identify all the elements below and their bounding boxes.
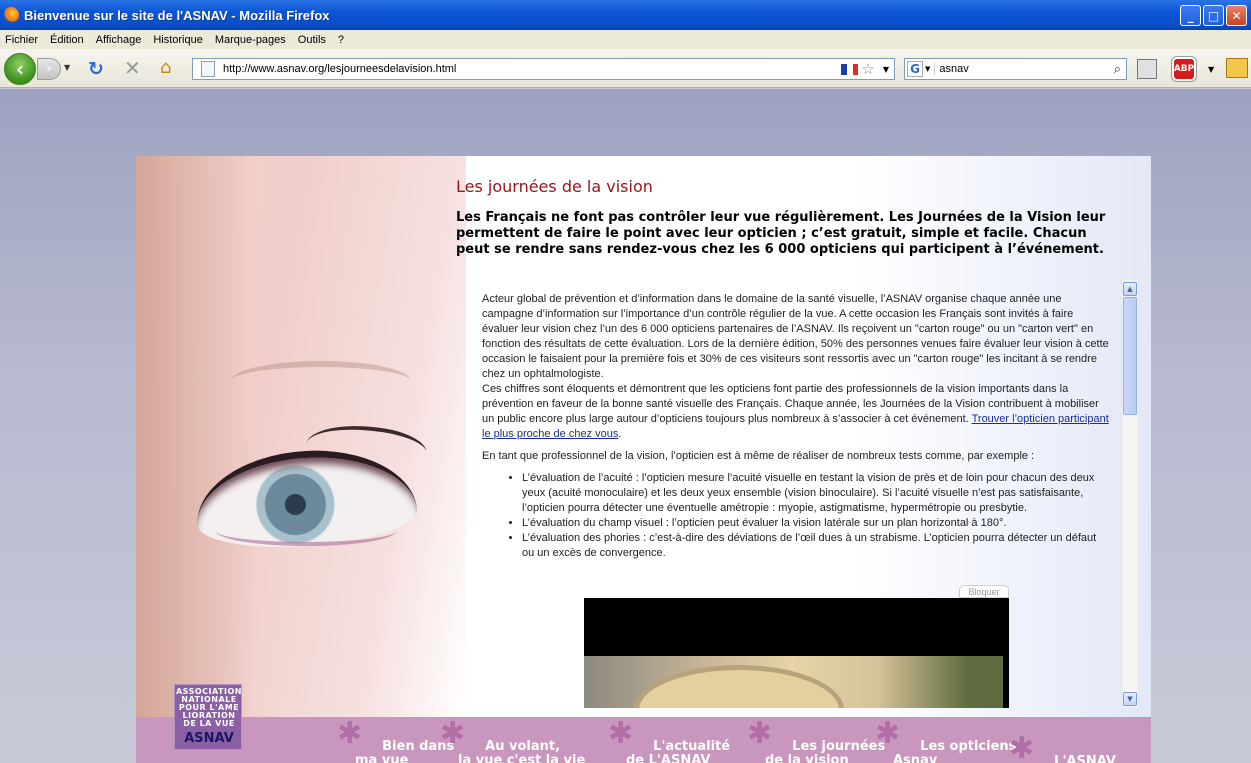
history-dropdown-icon[interactable]: ▼ — [64, 63, 70, 72]
content-scrollbar[interactable]: ▲ ▼ — [1122, 280, 1138, 708]
adblock-plus-button[interactable]: ABP — [1172, 57, 1196, 81]
article-body: Acteur global de prévention et d’informa… — [482, 292, 1110, 561]
window-title: Bienvenue sur le site de l'ASNAV - Mozil… — [24, 7, 330, 23]
nav-opticiens-asnav[interactable]: ✱ Les opticiens Asnav — [875, 719, 1016, 763]
menu-help[interactable]: ? — [333, 34, 349, 46]
france-flag-icon — [841, 63, 859, 75]
scroll-down-icon[interactable]: ▼ — [1123, 692, 1137, 706]
firefox-icon — [3, 7, 19, 23]
minimize-button[interactable]: _ — [1180, 5, 1201, 26]
menu-affichage[interactable]: Affichage — [91, 34, 147, 46]
logo-name: ASNAV — [184, 731, 234, 746]
search-bar[interactable]: G ▼ asnav ⌕ — [904, 58, 1127, 80]
page-card: Les journées de la vision Les Français n… — [136, 156, 1151, 763]
window-extension-icon[interactable] — [1137, 59, 1157, 79]
maximize-button[interactable]: □ — [1203, 5, 1224, 26]
menu-historique[interactable]: Historique — [148, 34, 208, 46]
search-icon[interactable]: ⌕ — [1114, 62, 1121, 77]
google-search-engine-icon[interactable]: G — [907, 61, 923, 77]
close-button[interactable]: ✕ — [1226, 5, 1247, 26]
reload-icon[interactable]: ↻ — [88, 59, 108, 79]
list-item: L’évaluation du champ visuel : l’opticie… — [522, 516, 1110, 531]
menu-outils[interactable]: Outils — [293, 34, 331, 46]
menu-edition[interactable]: Édition — [45, 34, 89, 46]
nav-au-volant[interactable]: ✱ Au volant, la vue c'est la vie — [440, 719, 585, 763]
bottom-navigation: ASSOCIATION NATIONALE POUR L'AME LIORATI… — [136, 684, 1151, 763]
url-bar[interactable]: http://www.asnav.org/lesjourneesdelavisi… — [192, 58, 895, 80]
window-controls: _ □ ✕ — [1180, 5, 1247, 26]
window-titlebar: Bienvenue sur le site de l'ASNAV - Mozil… — [0, 0, 1251, 30]
nav-journees-vision[interactable]: ✱ Les journées de la vision — [747, 719, 885, 763]
nav-actualite[interactable]: ✱ L'actualité de L'ASNAV — [608, 719, 730, 763]
adblock-dropdown-icon[interactable]: ▼ — [1208, 65, 1214, 74]
asterisk-icon: ✱ — [1009, 731, 1035, 763]
search-input[interactable]: asnav — [934, 63, 1113, 75]
forward-button[interactable]: › — [37, 58, 61, 80]
arrow-right-icon: › — [46, 61, 52, 77]
asterisk-icon: ✱ — [747, 716, 773, 751]
asterisk-icon: ✱ — [608, 716, 634, 751]
tests-list: L’évaluation de l’acuité : l’opticien me… — [522, 471, 1110, 561]
paragraph-1: Acteur global de prévention et d’informa… — [482, 293, 1109, 380]
asterisk-icon: ✱ — [440, 716, 466, 751]
url-text[interactable]: http://www.asnav.org/lesjourneesdelavisi… — [223, 63, 841, 75]
video-player[interactable] — [584, 598, 1009, 708]
asterisk-icon: ✱ — [875, 716, 901, 751]
home-icon[interactable]: ⌂ — [160, 58, 180, 78]
list-item: L’évaluation des phories : c’est-à-dire … — [522, 531, 1110, 561]
search-engine-dropdown-icon[interactable]: ▼ — [925, 65, 930, 73]
bookmark-star-icon[interactable]: ☆ — [861, 60, 874, 78]
bloquer-tab[interactable]: Bloquer — [959, 585, 1009, 598]
list-item: L’évaluation de l’acuité : l’opticien me… — [522, 471, 1110, 516]
page-title: Les journées de la vision — [456, 177, 653, 196]
extension-icon[interactable] — [1226, 58, 1248, 78]
menu-bar: Fichier Édition Affichage Historique Mar… — [0, 30, 1251, 49]
scroll-thumb[interactable] — [1123, 297, 1137, 415]
scroll-up-icon[interactable]: ▲ — [1123, 282, 1137, 296]
url-dropdown-icon[interactable]: ▼ — [883, 65, 889, 74]
menu-marque-pages[interactable]: Marque-pages — [210, 34, 291, 46]
page-icon — [201, 61, 215, 77]
nav-asnav[interactable]: ✱ L'ASNAV — [1009, 734, 1116, 763]
intro-text: Les Français ne font pas contrôler leur … — [456, 210, 1106, 257]
back-button[interactable]: ‹ — [4, 53, 36, 85]
navigation-toolbar: ‹ › ▼ ↻ ✕ ⌂ http://www.asnav.org/lesjour… — [0, 49, 1251, 88]
stop-icon[interactable]: ✕ — [124, 58, 144, 78]
eye-photo — [136, 156, 466, 718]
paragraph-3: En tant que professionnel de la vision, … — [482, 450, 1035, 462]
asnav-logo[interactable]: ASSOCIATION NATIONALE POUR L'AME LIORATI… — [174, 684, 242, 750]
arrow-left-icon: ‹ — [15, 57, 25, 81]
menu-fichier[interactable]: Fichier — [0, 34, 43, 46]
asterisk-icon: ✱ — [337, 716, 363, 751]
